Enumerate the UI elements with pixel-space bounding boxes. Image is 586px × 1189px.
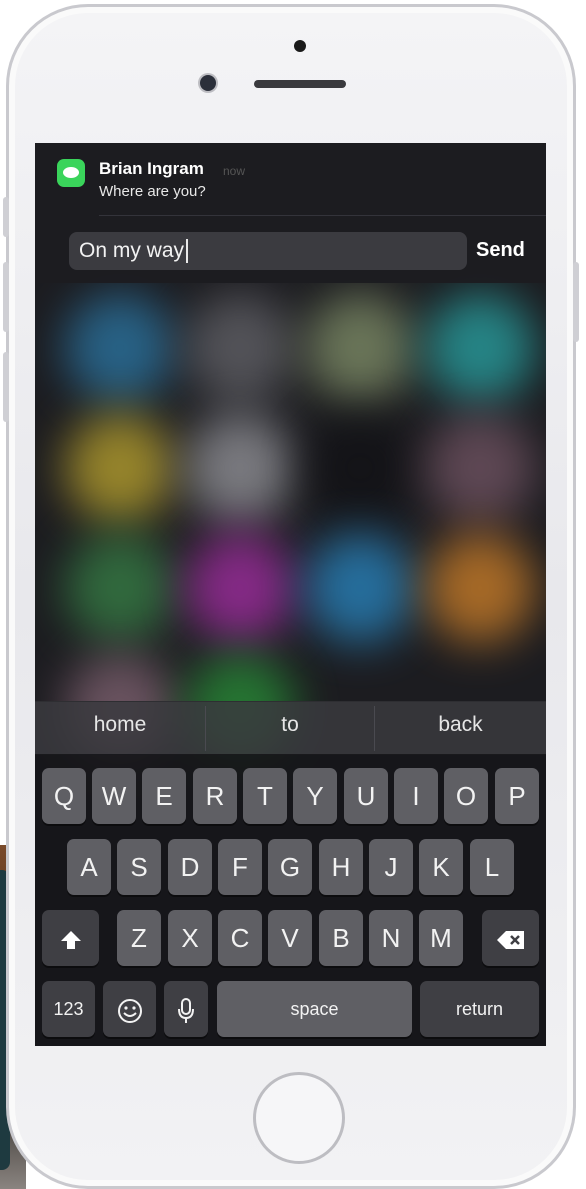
key-t[interactable]: T: [243, 768, 287, 824]
sensor-dot: [294, 40, 306, 52]
key-f[interactable]: F: [218, 839, 262, 895]
key-w[interactable]: W: [92, 768, 136, 824]
key-q[interactable]: Q: [42, 768, 86, 824]
key-u[interactable]: U: [344, 768, 388, 824]
delete-icon: [496, 931, 524, 950]
key-d[interactable]: D: [168, 839, 212, 895]
key-y[interactable]: Y: [293, 768, 337, 824]
key-p[interactable]: P: [495, 768, 539, 824]
emoji-icon: [117, 999, 142, 1024]
power-button: [573, 262, 579, 342]
key-r[interactable]: R: [193, 768, 237, 824]
key-a[interactable]: A: [67, 839, 111, 895]
suggestion-1[interactable]: home: [35, 702, 205, 755]
suggestion-2[interactable]: to: [206, 702, 374, 755]
key-m[interactable]: M: [419, 910, 463, 966]
home-button[interactable]: [253, 1072, 345, 1164]
send-button[interactable]: Send: [476, 239, 525, 262]
shift-key[interactable]: [42, 910, 99, 966]
keyboard: Q W E R T Y U I O P A S D F G H J K L Z …: [35, 754, 546, 1046]
key-z[interactable]: Z: [117, 910, 161, 966]
return-key[interactable]: return: [420, 981, 539, 1037]
key-k[interactable]: K: [419, 839, 463, 895]
phone-screen: Brian Ingram now Where are you? On my wa…: [35, 143, 546, 1046]
key-c[interactable]: C: [218, 910, 262, 966]
key-o[interactable]: O: [444, 768, 488, 824]
emoji-key[interactable]: [103, 981, 156, 1037]
quicktype-bar: home to back: [35, 701, 546, 755]
key-e[interactable]: E: [142, 768, 186, 824]
front-camera: [200, 75, 216, 91]
microphone-icon: [178, 998, 194, 1024]
sender-name: Brian Ingram: [99, 159, 204, 178]
key-g[interactable]: G: [268, 839, 312, 895]
text-cursor: [186, 239, 189, 264]
key-x[interactable]: X: [168, 910, 212, 966]
notification-banner: Brian Ingram now Where are you? On my wa…: [35, 143, 546, 283]
delete-key[interactable]: [482, 910, 539, 966]
key-i[interactable]: I: [394, 768, 438, 824]
key-v[interactable]: V: [268, 910, 312, 966]
notification-message: Where are you?: [99, 183, 206, 200]
key-j[interactable]: J: [369, 839, 413, 895]
space-key[interactable]: space: [217, 981, 412, 1037]
notification-time: now: [223, 164, 246, 178]
key-b[interactable]: B: [319, 910, 363, 966]
key-h[interactable]: H: [319, 839, 363, 895]
mute-switch: [3, 197, 9, 237]
messages-icon: [57, 159, 85, 187]
suggestion-3[interactable]: back: [375, 702, 546, 755]
volume-down-button: [3, 352, 9, 422]
key-l[interactable]: L: [470, 839, 514, 895]
dictation-key[interactable]: [164, 981, 208, 1037]
reply-input-value: On my way: [79, 239, 185, 262]
numbers-key[interactable]: 123: [42, 981, 95, 1037]
divider: [99, 215, 546, 216]
key-s[interactable]: S: [117, 839, 161, 895]
key-n[interactable]: N: [369, 910, 413, 966]
volume-up-button: [3, 262, 9, 332]
reply-input[interactable]: On my way: [69, 232, 467, 270]
shift-icon: [60, 931, 81, 950]
earpiece-speaker: [254, 80, 346, 88]
